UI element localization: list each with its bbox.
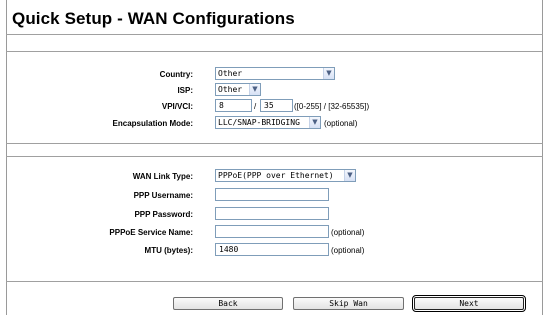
isp-value: Other [218, 85, 243, 94]
page-title: Quick Setup - WAN Configurations [12, 9, 295, 28]
mtu-input[interactable]: 1480 [215, 243, 329, 256]
chevron-down-icon[interactable]: ▼ [323, 68, 334, 79]
mtu-label: MTU (bytes): [144, 246, 193, 255]
encapsulation-label: Encapsulation Mode: [112, 119, 193, 128]
divider [6, 143, 543, 144]
ppp-password-input[interactable] [215, 207, 329, 220]
wan-link-type-select[interactable]: PPPoE(PPP over Ethernet) ▼ [215, 169, 356, 182]
ppp-username-label: PPP Username: [133, 191, 193, 200]
encapsulation-value: LLC/SNAP-BRIDGING [218, 118, 300, 127]
divider [6, 34, 543, 35]
vpivci-label: VPI/VCI: [161, 102, 193, 111]
pppoe-service-hint: (optional) [331, 228, 365, 237]
vpivci-hint: ([0-255] / [32-65535]) [294, 102, 370, 111]
vpi-input[interactable]: 8 [215, 99, 252, 112]
chevron-down-icon[interactable]: ▼ [249, 84, 260, 95]
wan-link-type-value: PPPoE(PPP over Ethernet) [218, 171, 334, 180]
setup-panel [6, 0, 543, 315]
chevron-down-icon[interactable]: ▼ [344, 170, 355, 181]
ppp-password-label: PPP Password: [134, 210, 193, 219]
country-value: Other [218, 69, 243, 78]
next-button[interactable]: Next [412, 295, 526, 312]
vci-input[interactable]: 35 [260, 99, 293, 112]
divider [6, 51, 543, 52]
encapsulation-hint: (optional) [324, 119, 358, 128]
isp-label: ISP: [177, 86, 193, 95]
divider [6, 281, 543, 282]
country-select[interactable]: Other ▼ [215, 67, 335, 80]
vpivci-separator: / [254, 102, 257, 111]
pppoe-service-label: PPPoE Service Name: [109, 228, 193, 237]
chevron-down-icon[interactable]: ▼ [309, 117, 320, 128]
skip-wan-button[interactable]: Skip Wan [293, 297, 404, 310]
isp-select[interactable]: Other ▼ [215, 83, 261, 96]
ppp-username-input[interactable] [215, 188, 329, 201]
divider [6, 156, 543, 157]
country-label: Country: [159, 70, 193, 79]
mtu-hint: (optional) [331, 246, 365, 255]
wan-link-type-label: WAN Link Type: [132, 172, 193, 181]
pppoe-service-input[interactable] [215, 225, 329, 238]
back-button[interactable]: Back [173, 297, 283, 310]
encapsulation-select[interactable]: LLC/SNAP-BRIDGING ▼ [215, 116, 321, 129]
